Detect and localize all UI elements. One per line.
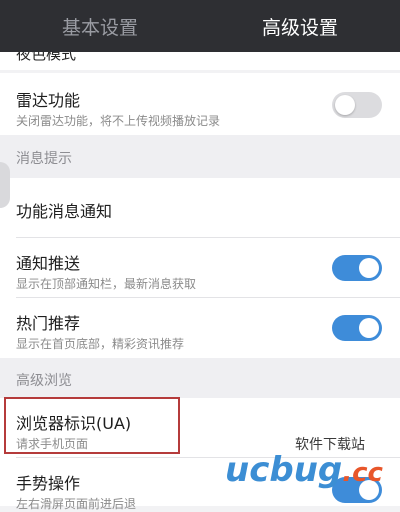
watermark-suffix: .cc [342,458,383,488]
tab-basic-settings[interactable]: 基本设置 [0,0,200,52]
hot-row[interactable]: 热门推荐 显示在首页底部，精彩资讯推荐 [0,298,400,358]
push-subtitle: 显示在顶部通知栏，最新消息获取 [16,277,197,291]
section-notify-label: 消息提示 [16,151,72,167]
section-browse-label: 高级浏览 [16,373,72,389]
radar-subtitle: 关闭雷达功能，将不上传视频播放记录 [16,114,221,128]
hot-toggle[interactable] [332,315,382,341]
watermark-brand: ucbug [225,450,343,490]
hot-subtitle: 显示在首页底部，精彩资讯推荐 [16,337,185,351]
feature-notice-row[interactable]: 功能消息通知 [0,178,400,238]
night-mode-title: 夜色模式 [16,52,77,63]
toggle-knob [359,318,379,338]
section-browse: 高级浏览 [0,358,400,398]
tab-advanced-settings[interactable]: 高级设置 [200,0,400,52]
night-mode-row[interactable]: 夜色模式 [0,52,400,70]
watermark-logo: ucbug.cc [225,450,383,490]
feature-notice-title: 功能消息通知 [16,202,113,221]
push-toggle[interactable] [332,255,382,281]
site-watermark: 软件下载站 ucbug.cc [225,434,400,494]
hot-title: 热门推荐 [16,314,81,333]
toggle-knob [359,258,379,278]
gesture-subtitle: 左右滑屏页面前进后退 [16,497,137,511]
ua-highlight-box [4,397,180,454]
gesture-title: 手势操作 [16,474,81,493]
radar-title: 雷达功能 [16,91,81,110]
section-notify: 消息提示 [0,135,400,178]
push-title: 通知推送 [16,254,81,273]
edge-handle [0,162,10,208]
tab-bar: 基本设置 高级设置 [0,0,400,52]
push-row[interactable]: 通知推送 显示在顶部通知栏，最新消息获取 [0,238,400,298]
toggle-knob [335,95,355,115]
radar-row[interactable]: 雷达功能 关闭雷达功能，将不上传视频播放记录 [0,73,400,135]
radar-toggle[interactable] [332,92,382,118]
